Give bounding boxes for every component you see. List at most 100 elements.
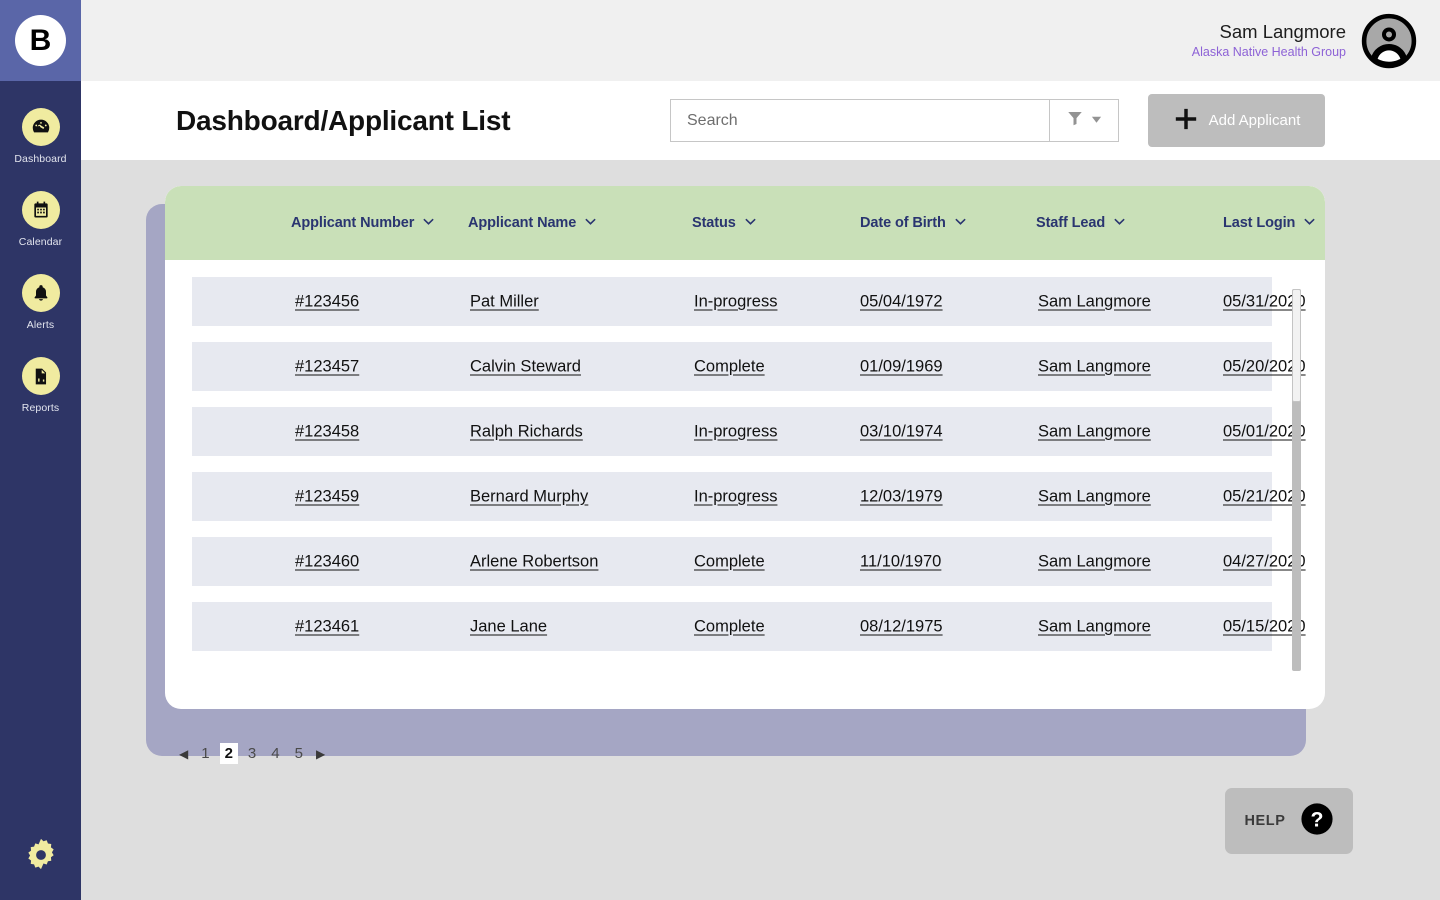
- sidebar-item-dashboard[interactable]: Dashboard: [0, 108, 81, 165]
- table-row[interactable]: #123457 Calvin Steward Complete 01/09/1969 S…: [192, 342, 1306, 391]
- cell-dob[interactable]: 08/12/1975: [860, 617, 943, 636]
- cell-status[interactable]: In-progress: [694, 487, 777, 506]
- chevron-down-icon[interactable]: [422, 215, 435, 232]
- svg-text:?: ?: [1310, 807, 1323, 831]
- sidebar-nav-list: Dashboard Calendar Alerts Reports: [0, 108, 81, 440]
- pagination-page-1[interactable]: 1: [196, 743, 214, 764]
- cell-name[interactable]: Pat Miller: [470, 292, 539, 311]
- add-applicant-label: Add Applicant: [1208, 112, 1301, 129]
- cell-dob[interactable]: 03/10/1974: [860, 422, 943, 441]
- page-toolbar: Dashboard/Applicant List Search Add Appl…: [81, 81, 1440, 160]
- user-organization: Alaska Native Health Group: [1191, 45, 1346, 60]
- column-header[interactable]: Last Login: [1223, 215, 1316, 232]
- table-row[interactable]: #123460 Arlene Robertson Complete 11/10/197…: [192, 537, 1306, 586]
- sidebar-item-label: Alerts: [26, 319, 55, 331]
- app-root: B Dashboard Calendar Alerts Reports Sam …: [0, 0, 1440, 900]
- search-group: [670, 99, 1119, 142]
- table-row[interactable]: #123456 Pat Miller In-progress 05/04/1972 Sa…: [192, 277, 1306, 326]
- cell-number[interactable]: #123461: [295, 617, 359, 636]
- sidebar-item-reports[interactable]: Reports: [0, 357, 81, 414]
- cell-staff-lead[interactable]: Sam Langmore: [1038, 487, 1151, 506]
- help-label: HELP: [1244, 813, 1286, 829]
- cell-dob[interactable]: 11/10/1970: [860, 552, 941, 571]
- user-avatar-icon[interactable]: [1360, 12, 1418, 70]
- column-header-label: Last Login: [1223, 215, 1296, 231]
- gear-icon: [22, 836, 60, 879]
- pagination-page-5[interactable]: 5: [290, 743, 308, 764]
- cell-name[interactable]: Ralph Richards: [470, 422, 583, 441]
- cell-number[interactable]: #123456: [295, 292, 359, 311]
- column-header-label: Status: [692, 215, 736, 231]
- column-header[interactable]: Applicant Number: [291, 215, 435, 232]
- caret-down-icon: [1091, 112, 1102, 130]
- document-chart-icon: [21, 357, 60, 395]
- user-name: Sam Langmore: [1219, 20, 1346, 42]
- cell-staff-lead[interactable]: Sam Langmore: [1038, 552, 1151, 571]
- bell-icon: [21, 274, 60, 312]
- table-header-row: Applicant Number Applicant Name Status Date…: [165, 186, 1325, 260]
- pagination-page-3[interactable]: 3: [243, 743, 261, 764]
- calendar-icon: [21, 191, 60, 229]
- sidebar-item-alerts[interactable]: Alerts: [0, 274, 81, 331]
- cell-name[interactable]: Jane Lane: [470, 617, 547, 636]
- app-logo[interactable]: B: [0, 0, 81, 81]
- column-header[interactable]: Status: [692, 215, 757, 232]
- pagination-page-4[interactable]: 4: [266, 743, 284, 764]
- cell-status[interactable]: Complete: [694, 552, 765, 571]
- sidebar-item-settings[interactable]: [0, 836, 81, 879]
- filter-button[interactable]: [1049, 99, 1119, 142]
- pagination-page-2[interactable]: 2: [219, 743, 238, 764]
- sidebar-item-label: Reports: [21, 402, 60, 414]
- cell-dob[interactable]: 12/03/1979: [860, 487, 943, 506]
- cell-number[interactable]: #123458: [295, 422, 359, 441]
- column-header[interactable]: Date of Birth: [860, 215, 967, 232]
- cell-status[interactable]: Complete: [694, 617, 765, 636]
- question-mark-circle-icon: ?: [1300, 802, 1334, 841]
- column-header[interactable]: Staff Lead: [1036, 215, 1126, 232]
- cell-dob[interactable]: 05/04/1972: [860, 292, 943, 311]
- cell-status[interactable]: In-progress: [694, 422, 777, 441]
- cell-dob[interactable]: 01/09/1969: [860, 357, 943, 376]
- chevron-down-icon[interactable]: [584, 215, 597, 232]
- cell-name[interactable]: Arlene Robertson: [470, 552, 598, 571]
- table-row[interactable]: #123461 Jane Lane Complete 08/12/1975 Sam La…: [192, 602, 1306, 651]
- page-title: Dashboard/Applicant List: [176, 104, 511, 136]
- top-header: Sam Langmore Alaska Native Health Group: [81, 0, 1440, 81]
- search-input[interactable]: [670, 99, 1049, 142]
- cell-number[interactable]: #123460: [295, 552, 359, 571]
- column-header-label: Date of Birth: [860, 215, 946, 231]
- cell-status[interactable]: Complete: [694, 357, 765, 376]
- cell-name[interactable]: Bernard Murphy: [470, 487, 588, 506]
- speedometer-icon: [21, 108, 60, 146]
- sidebar-item-calendar[interactable]: Calendar: [0, 191, 81, 248]
- applicant-table-card: Applicant Number Applicant Name Status Date…: [165, 186, 1325, 709]
- column-header-label: Applicant Number: [291, 215, 415, 231]
- add-applicant-button[interactable]: Add Applicant: [1148, 94, 1325, 147]
- table-row[interactable]: #123458 Ralph Richards In-progress 03/10/19…: [192, 407, 1306, 456]
- cell-staff-lead[interactable]: Sam Langmore: [1038, 617, 1151, 636]
- cell-status[interactable]: In-progress: [694, 292, 777, 311]
- pagination-next[interactable]: ▶: [313, 747, 328, 761]
- help-button[interactable]: HELP ?: [1225, 788, 1353, 854]
- user-info: Sam Langmore Alaska Native Health Group: [1191, 20, 1346, 60]
- table-scrollbar-thumb[interactable]: [1292, 289, 1301, 402]
- sidebar-item-label: Dashboard: [14, 153, 67, 165]
- chevron-down-icon[interactable]: [954, 215, 967, 232]
- chevron-down-icon[interactable]: [1113, 215, 1126, 232]
- column-header[interactable]: Applicant Name: [468, 215, 597, 232]
- table-scrollbar[interactable]: [1292, 289, 1301, 671]
- cell-staff-lead[interactable]: Sam Langmore: [1038, 357, 1151, 376]
- chevron-down-icon[interactable]: [1303, 215, 1316, 232]
- funnel-icon: [1066, 109, 1084, 132]
- logo-letter: B: [15, 15, 66, 66]
- cell-number[interactable]: #123457: [295, 357, 359, 376]
- main-content: Applicant Number Applicant Name Status Date…: [81, 160, 1440, 900]
- cell-number[interactable]: #123459: [295, 487, 359, 506]
- pagination-prev[interactable]: ◀: [176, 747, 191, 761]
- cell-staff-lead[interactable]: Sam Langmore: [1038, 422, 1151, 441]
- chevron-down-icon[interactable]: [744, 215, 757, 232]
- user-profile[interactable]: Sam Langmore Alaska Native Health Group: [1192, 12, 1418, 70]
- cell-staff-lead[interactable]: Sam Langmore: [1038, 292, 1151, 311]
- cell-name[interactable]: Calvin Steward: [470, 357, 581, 376]
- table-row[interactable]: #123459 Bernard Murphy In-progress 12/03/19…: [192, 472, 1306, 521]
